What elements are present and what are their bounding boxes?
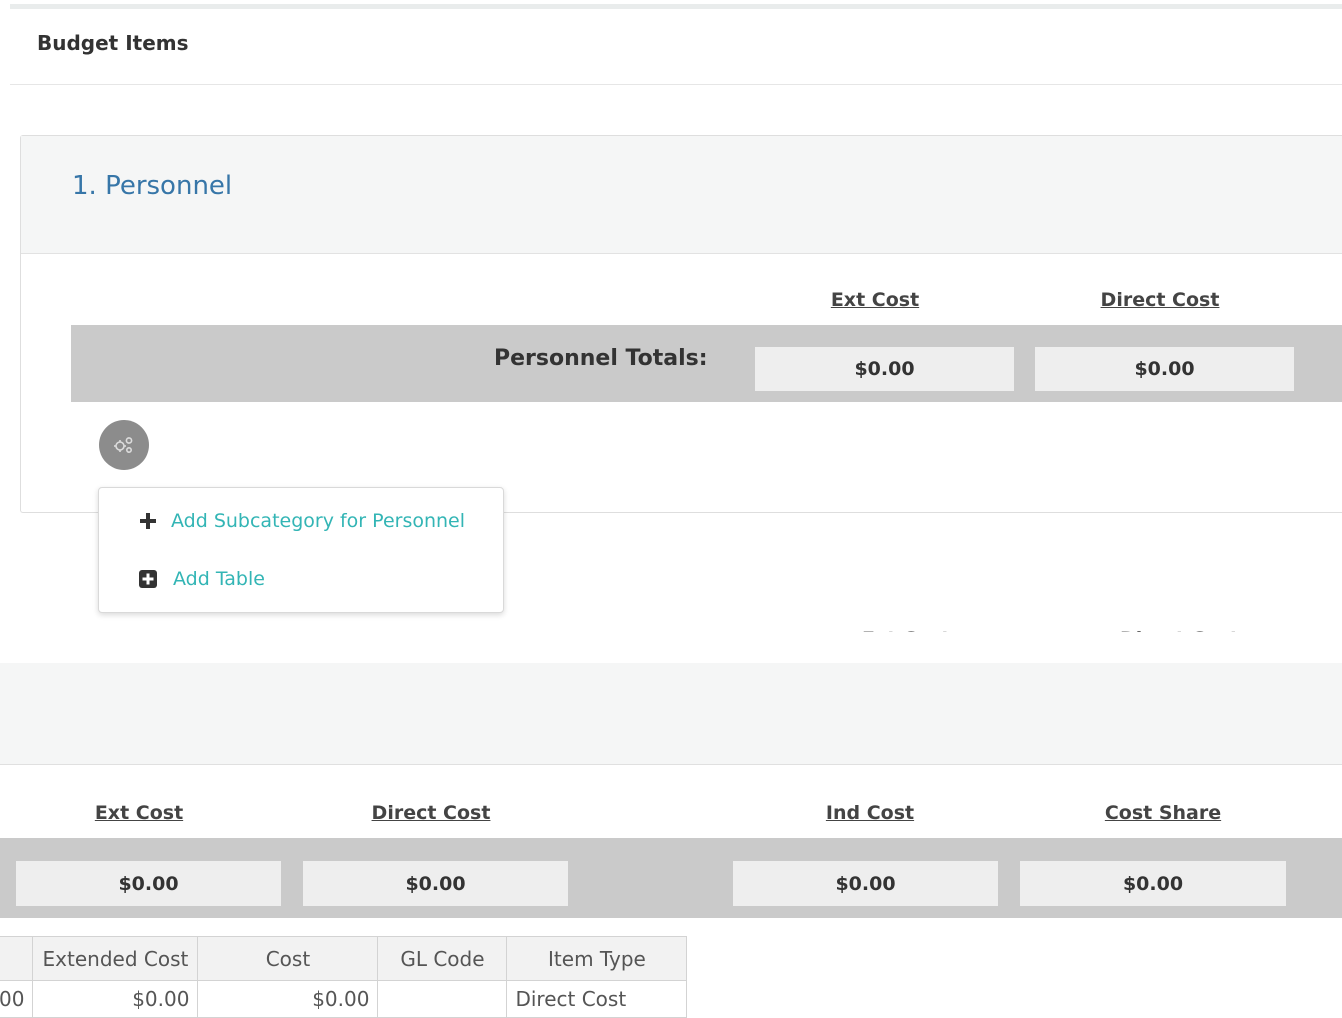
category-actions-menu: Add Subcategory for Personnel Add Table: [98, 487, 504, 613]
add-table-menu-item[interactable]: Add Table: [139, 568, 265, 590]
category-actions-button[interactable]: [99, 420, 149, 470]
table-cell-item-type: Direct Cost: [506, 980, 688, 1018]
category-title[interactable]: 1. Personnel: [72, 171, 232, 201]
table-header-cell[interactable]: Extended Cost: [32, 936, 199, 981]
category-panel: 1. Personnel: [20, 135, 1342, 513]
category-header: 1. Personnel: [21, 136, 1342, 254]
col-header-ext-cost[interactable]: Ext Cost: [800, 289, 950, 311]
page-title: Budget Items: [37, 31, 189, 55]
table-header-cell[interactable]: [0, 936, 34, 981]
plus-icon: [140, 513, 156, 529]
table-header-cell[interactable]: Item Type: [506, 936, 688, 981]
category-direct-cost-value: $0.00: [1035, 347, 1294, 391]
sub-col-header-cost-share[interactable]: Cost Share: [1083, 802, 1243, 824]
col-header-direct-cost[interactable]: Direct Cost: [1080, 289, 1240, 311]
category-totals-label: Personnel Totals:: [494, 346, 708, 371]
table-header-cell[interactable]: Cost: [197, 936, 379, 981]
sub-cost-share-value: $0.00: [1020, 861, 1286, 906]
table-header-row: Extended Cost Cost GL Code Item Type: [0, 936, 688, 981]
title-divider: [10, 84, 1342, 85]
sub-col-header-direct-cost[interactable]: Direct Cost: [351, 802, 511, 824]
subcategory-header: [0, 663, 1342, 765]
background-col-header-ext-cost: Ext Cost: [862, 622, 950, 632]
plus-square-icon: [139, 570, 157, 588]
add-subcategory-label[interactable]: Add Subcategory for Personnel: [171, 510, 465, 532]
table-cell-extended-cost: $0.00: [32, 980, 199, 1018]
top-strip: [10, 4, 1342, 9]
table-header-cell[interactable]: GL Code: [377, 936, 508, 981]
gears-icon: [114, 437, 133, 454]
background-col-header-direct-cost: Direct Cost: [1120, 622, 1239, 632]
category-ext-cost-value: $0.00: [755, 347, 1014, 391]
sub-ind-cost-value: $0.00: [733, 861, 998, 906]
add-table-label[interactable]: Add Table: [173, 568, 265, 590]
sub-col-header-ind-cost[interactable]: Ind Cost: [795, 802, 945, 824]
table-cell-cost: $0.00: [197, 980, 379, 1018]
table-cell-gl-code: [377, 980, 508, 1018]
sub-col-header-ext-cost[interactable]: Ext Cost: [64, 802, 214, 824]
line-items-table: Extended Cost Cost GL Code Item Type 00 …: [0, 936, 688, 1018]
sub-ext-cost-value: $0.00: [16, 861, 281, 906]
sub-direct-cost-value: $0.00: [303, 861, 568, 906]
add-subcategory-menu-item[interactable]: Add Subcategory for Personnel: [139, 510, 465, 532]
table-row[interactable]: 00 $0.00 $0.00 Direct Cost: [0, 980, 688, 1018]
table-cell: 00: [0, 980, 34, 1018]
